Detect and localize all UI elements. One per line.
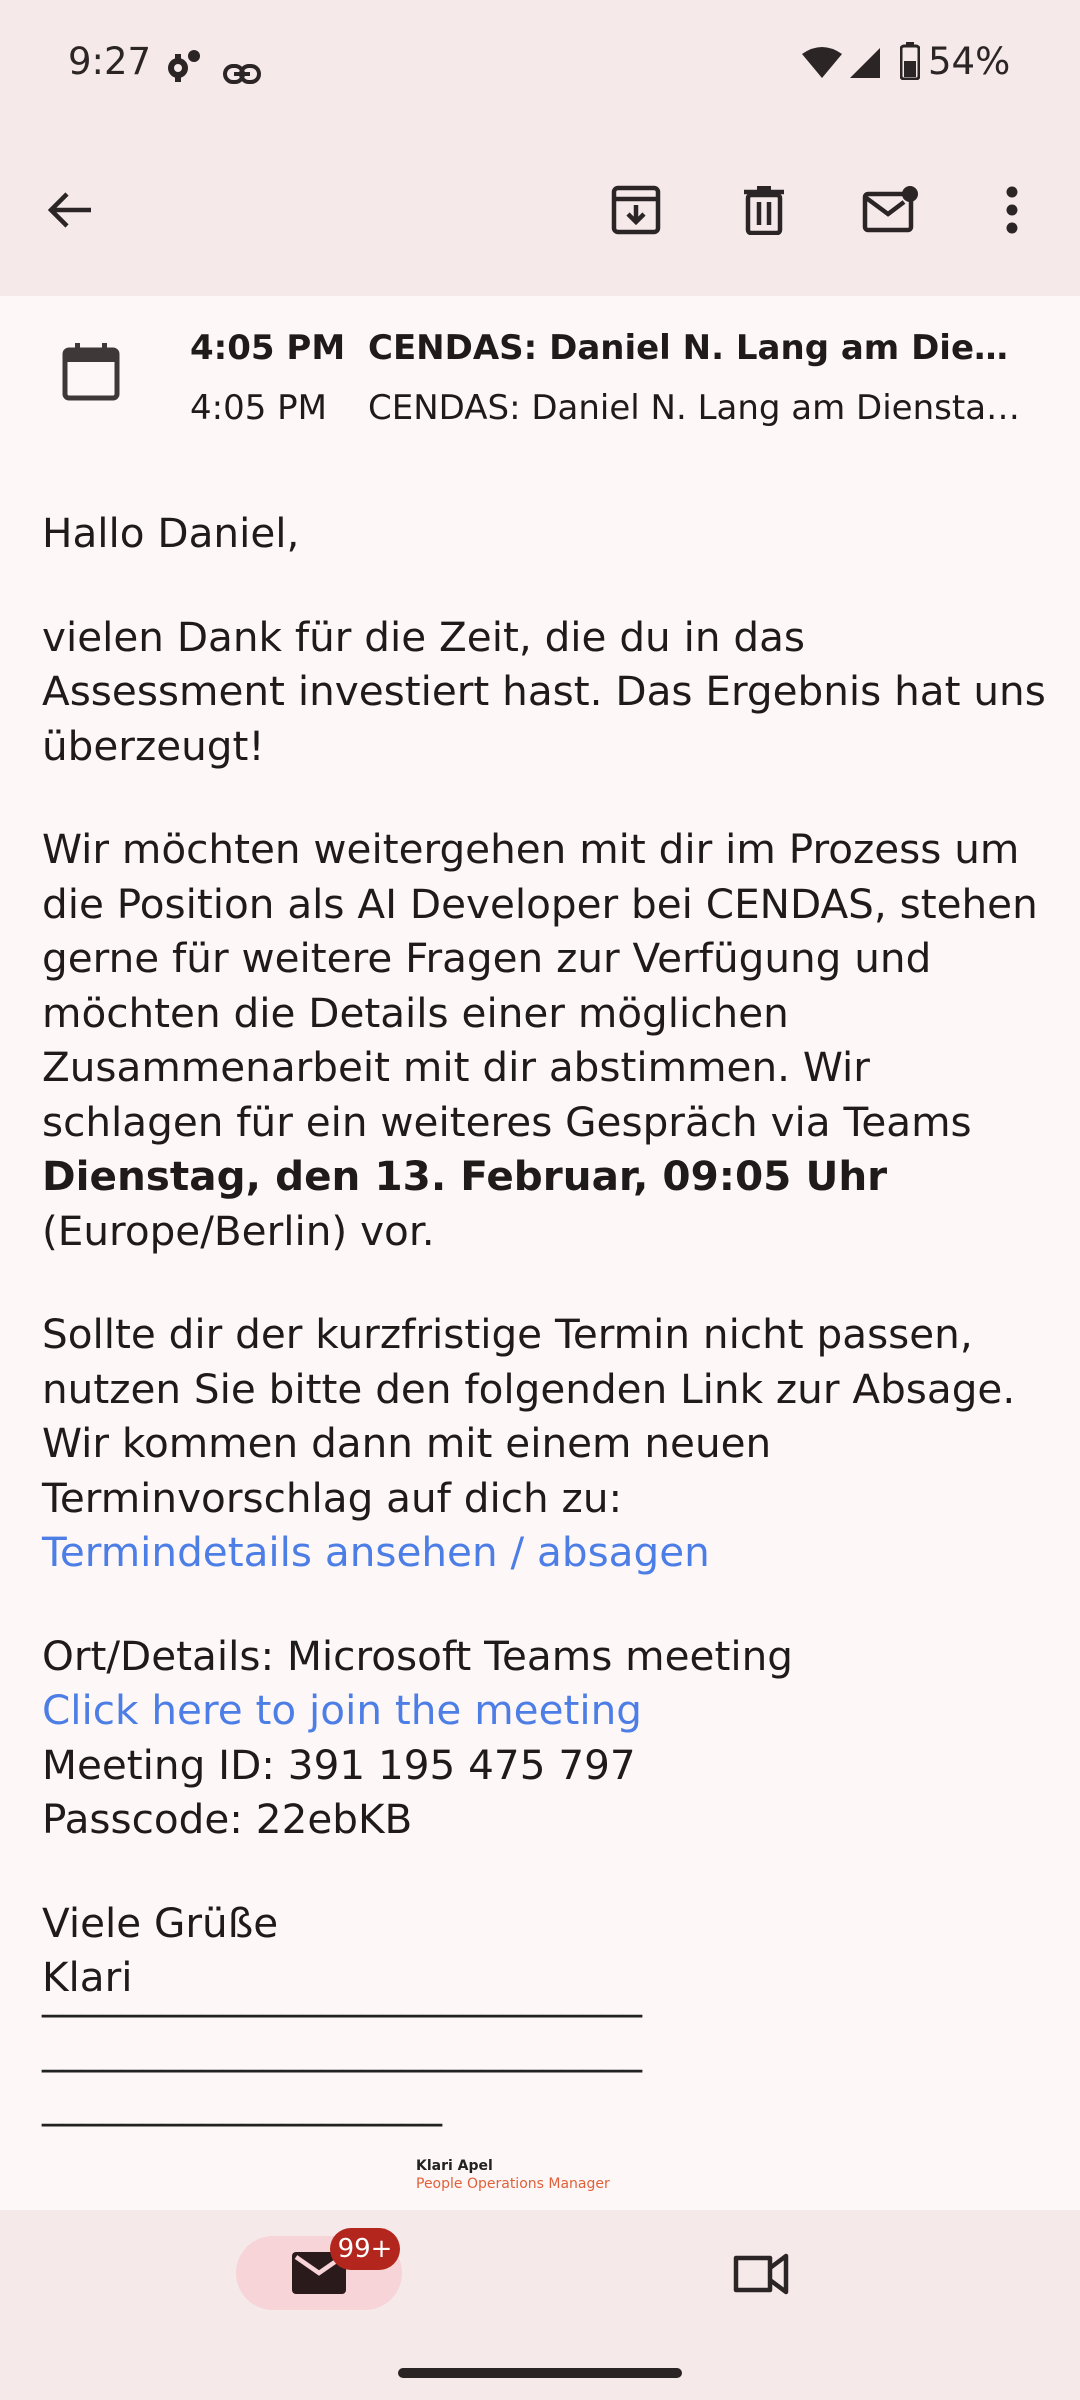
calendar-event-row[interactable]: 4:05 PM CENDAS: Daniel N. Lang am Dienst… bbox=[0, 314, 1080, 444]
calendar-icon bbox=[62, 342, 120, 406]
cancel-text: Sollte dir der kurzfristige Termin nicht… bbox=[42, 1310, 1016, 1522]
home-indicator[interactable] bbox=[398, 2368, 682, 2378]
event-title-primary: CENDAS: Daniel N. Lang am Dienst… bbox=[368, 328, 1028, 368]
paragraph-invitation: Wir möchten weitergehen mit dir im Proze… bbox=[42, 822, 1052, 1258]
paragraph-cancel: Sollte dir der kurzfristige Termin nicht… bbox=[42, 1307, 1052, 1580]
status-time: 9:27 bbox=[68, 40, 152, 83]
meeting-location: Ort/Details: Microsoft Teams meeting bbox=[42, 1631, 793, 1680]
archive-icon[interactable] bbox=[594, 168, 678, 252]
signature-name: Klari Apel bbox=[416, 2158, 493, 2174]
join-meeting-link[interactable]: Click here to join the meeting bbox=[42, 1686, 642, 1734]
top-bar: 9:27 54% bbox=[0, 0, 1080, 296]
paragraph-thanks: vielen Dank für die Zeit, die du in das … bbox=[42, 612, 1046, 770]
back-arrow-icon[interactable] bbox=[28, 168, 112, 252]
signature-line: ______________________________ bbox=[42, 1972, 642, 2018]
event-title-secondary: CENDAS: Daniel N. Lang am Dienstag,… bbox=[368, 388, 1028, 428]
event-time-primary: 4:05 PM bbox=[190, 328, 346, 368]
cell-signal-icon bbox=[848, 46, 882, 89]
wifi-icon bbox=[802, 46, 842, 89]
signature-line: ____________________ bbox=[42, 2081, 442, 2127]
signature-line: ______________________________ bbox=[42, 2026, 642, 2073]
bottom-navigation: 99+ bbox=[0, 2210, 1080, 2400]
meeting-id: Meeting ID: 391 195 475 797 bbox=[42, 1740, 636, 1789]
invitation-text: Wir möchten weitergehen mit dir im Proze… bbox=[42, 825, 1038, 1146]
battery-icon bbox=[899, 42, 921, 89]
signature-role: People Operations Manager bbox=[416, 2176, 610, 2192]
more-vert-icon[interactable] bbox=[970, 168, 1054, 252]
app-bar bbox=[0, 160, 1080, 260]
email-content: 4:05 PM CENDAS: Daniel N. Lang am Dienst… bbox=[0, 296, 1080, 2210]
event-time-secondary: 4:05 PM bbox=[190, 388, 327, 428]
battery-percent: 54% bbox=[928, 40, 1011, 83]
greeting: Hallo Daniel, bbox=[42, 509, 300, 557]
status-bar: 9:27 54% bbox=[0, 0, 1080, 128]
termin-details-link[interactable]: Termindetails ansehen / absagen bbox=[42, 1528, 710, 1576]
video-icon[interactable] bbox=[732, 2252, 790, 2300]
settings-alert-icon bbox=[164, 48, 202, 91]
mark-unread-icon[interactable] bbox=[848, 168, 932, 252]
meeting-datetime: Dienstag, den 13. Februar, 09:05 Uhr bbox=[42, 1152, 888, 1200]
mail-unread-badge: 99+ bbox=[330, 2228, 400, 2270]
invitation-timezone: (Europe/Berlin) vor. bbox=[42, 1206, 435, 1255]
closing: Viele Grüße bbox=[42, 1898, 279, 1947]
link-icon bbox=[222, 52, 262, 95]
meeting-passcode: Passcode: 22ebKB bbox=[42, 1795, 413, 1843]
signature-divider: ______________________________ _________… bbox=[42, 1968, 642, 2132]
meeting-details: Ort/Details: Microsoft Teams meeting Clic… bbox=[42, 1629, 1052, 1847]
delete-icon[interactable] bbox=[722, 168, 806, 252]
email-body: Hallo Daniel, vielen Dank für die Zeit, … bbox=[42, 506, 1052, 2054]
